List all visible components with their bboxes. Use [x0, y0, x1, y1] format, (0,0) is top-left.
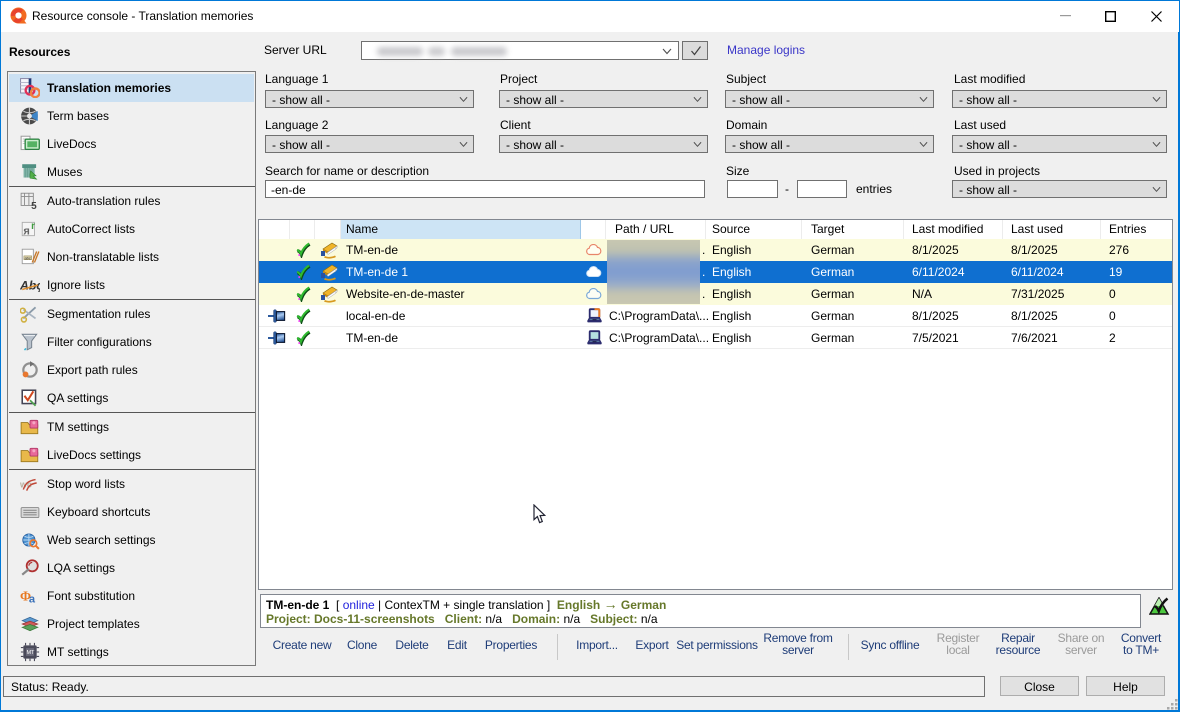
svg-text:5: 5	[31, 201, 37, 211]
svg-text:MT: MT	[26, 650, 35, 656]
svg-text:a: a	[29, 594, 36, 606]
svg-text:abc: abc	[24, 256, 30, 261]
svg-text:я: я	[23, 226, 29, 238]
svg-text:r: r	[31, 221, 35, 232]
